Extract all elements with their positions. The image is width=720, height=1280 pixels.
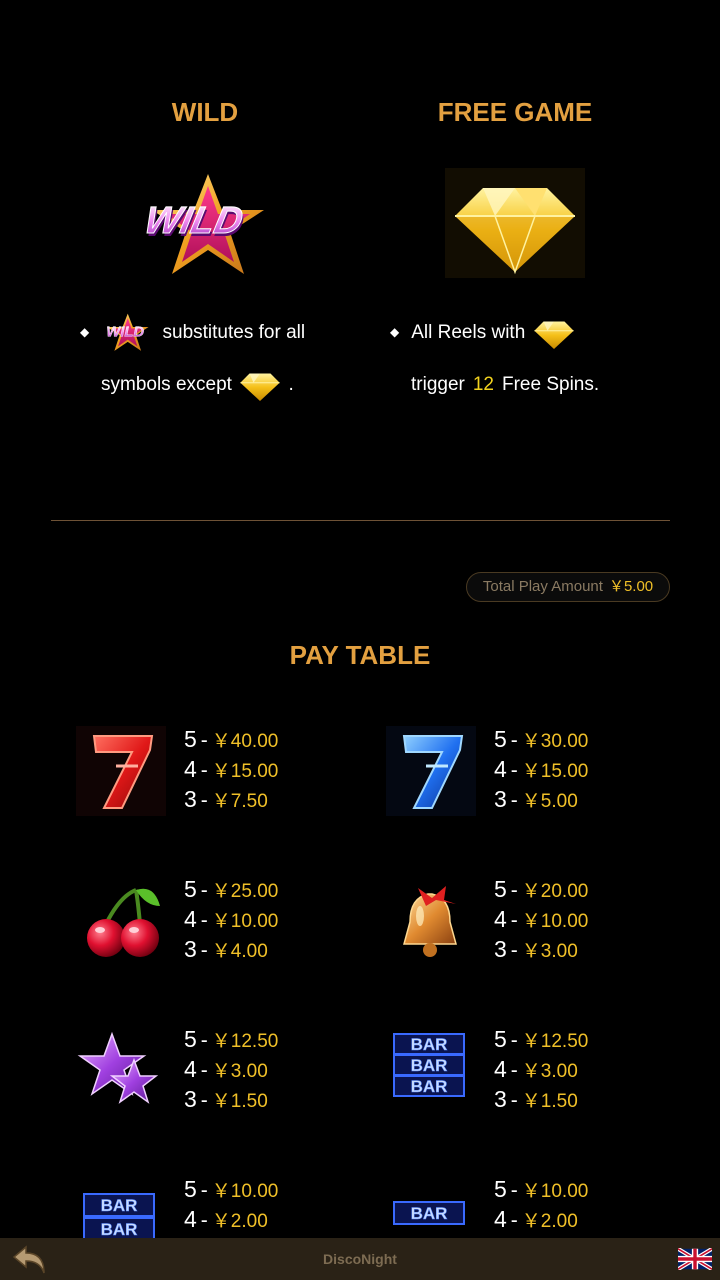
pay-line: 4- ￥3.00 <box>494 1056 578 1082</box>
bullet-icon: ◆ <box>80 325 90 339</box>
pay-line: 3- ￥1.50 <box>184 1086 268 1112</box>
red-seven-icon <box>76 726 166 816</box>
pay-line: 4- ￥2.00 <box>184 1206 268 1232</box>
pay-values: 5- ￥12.50 4- ￥3.00 3- ￥1.50 <box>184 1024 278 1114</box>
pay-line: 3- ￥4.00 <box>184 936 268 962</box>
paytable-cell-cherry: 5- ￥25.00 4- ￥10.00 3- ￥4.00 <box>76 876 376 996</box>
triple-bar-icon: BAR BAR BAR <box>393 1033 465 1097</box>
pay-line: 5- ￥30.00 <box>494 726 589 752</box>
free-desc-trigger: trigger <box>411 374 465 395</box>
pay-values: 5- ￥40.00 4- ￥15.00 3- ￥7.50 <box>184 724 278 814</box>
section-divider <box>51 520 670 521</box>
pay-values: 5- ￥12.50 4- ￥3.00 3- ￥1.50 <box>494 1024 588 1114</box>
svg-text:WILD: WILD <box>141 199 247 242</box>
svg-text:BAR: BAR <box>411 1035 448 1054</box>
pay-values: 5- ￥30.00 4- ￥15.00 3- ￥5.00 <box>494 724 588 814</box>
paytable-cell-purple-stars: 5- ￥12.50 4- ￥3.00 3- ￥1.50 <box>76 1026 376 1146</box>
free-desc-spins: Free Spins. <box>502 374 600 395</box>
pay-line: 5- ￥25.00 <box>184 876 279 902</box>
svg-text:BAR: BAR <box>411 1077 448 1096</box>
free-spins-count: 12 <box>472 374 494 395</box>
gold-diamond-icon <box>445 168 585 278</box>
paytable-cell-triple-bar: BAR BAR BAR 5- ￥12.50 4- ￥3.00 3- ￥1.50 <box>386 1026 686 1146</box>
pay-values: 5- ￥10.00 4- ￥2.00 <box>494 1176 588 1234</box>
wild-mini-icon: WILD <box>106 313 149 351</box>
pay-line: 5- ￥12.50 <box>184 1026 279 1052</box>
wild-title: WILD <box>171 97 239 127</box>
svg-text:BAR: BAR <box>411 1204 448 1223</box>
pay-line: 3- ￥7.50 <box>184 786 268 812</box>
pay-line: 3- ￥3.00 <box>494 936 578 962</box>
svg-text:BAR: BAR <box>411 1056 448 1075</box>
total-play-amount: ￥5.00 <box>608 578 654 595</box>
pay-line: 4- ￥10.00 <box>494 906 589 932</box>
uk-flag-icon[interactable] <box>678 1248 712 1270</box>
svg-text:WILD: WILD <box>106 325 144 341</box>
pay-values: 5- ￥25.00 4- ￥10.00 3- ￥4.00 <box>184 874 278 964</box>
single-bar-icon: BAR <box>393 1201 465 1225</box>
total-play-label: Total Play Amount <box>482 578 603 595</box>
pay-line: 5- ￥10.00 <box>494 1176 589 1202</box>
double-bar-icon: BAR BAR <box>83 1193 155 1238</box>
paytable-cell-bell: 5- ￥20.00 4- ￥10.00 3- ￥3.00 <box>386 876 686 996</box>
pay-line: 4- ￥3.00 <box>184 1056 268 1082</box>
paytable-cell-red-seven: 5- ￥40.00 4- ￥15.00 3- ￥7.50 <box>76 726 376 846</box>
wild-description: ◆ WILD substitutes for all symbols excep… <box>80 306 350 411</box>
wild-desc-period: . <box>288 374 294 395</box>
wild-desc-line2: symbols except <box>101 374 232 395</box>
paytable-cell-blue-seven: 5- ￥30.00 4- ￥15.00 3- ￥5.00 <box>386 726 686 846</box>
pay-line: 4- ￥15.00 <box>184 756 279 782</box>
purple-stars-icon <box>77 1031 159 1104</box>
bell-icon <box>403 886 457 957</box>
pay-line: 5- ￥12.50 <box>494 1026 589 1052</box>
bullet-icon: ◆ <box>390 325 400 339</box>
blue-seven-icon <box>386 726 476 816</box>
pay-line: 5- ￥10.00 <box>184 1176 279 1202</box>
free-game-title: FREE GAME <box>437 97 593 127</box>
svg-text:BAR: BAR <box>101 1196 138 1215</box>
paytable-cell-single-bar: BAR 5- ￥10.00 4- ￥2.00 <box>386 1176 686 1238</box>
pay-values: 5- ￥10.00 4- ￥2.00 <box>184 1176 278 1234</box>
pay-line: 3- ￥5.00 <box>494 786 578 812</box>
pay-table-title: PAY TABLE <box>289 640 431 670</box>
pay-line: 4- ￥2.00 <box>494 1206 578 1232</box>
free-desc-line1: All Reels with <box>411 322 526 343</box>
pay-line: 5- ￥40.00 <box>184 726 279 752</box>
wild-star-icon: WILD WILD <box>140 174 264 274</box>
cherry-icon <box>87 888 160 957</box>
wild-desc-line1: substitutes for all <box>162 322 306 343</box>
bottom-bar: DiscoNight <box>0 1238 720 1280</box>
svg-text:BAR: BAR <box>101 1220 138 1238</box>
pay-line: 4- ￥15.00 <box>494 756 589 782</box>
pay-line: 3- ￥1.50 <box>494 1086 578 1112</box>
diamond-mini-icon <box>240 373 280 402</box>
diamond-mini-icon <box>533 321 574 350</box>
paytable-cell-double-bar: BAR BAR 5- ￥10.00 4- ￥2.00 <box>76 1176 376 1238</box>
pay-values: 5- ￥20.00 4- ￥10.00 3- ￥3.00 <box>494 874 588 964</box>
total-play-badge: Total Play Amount ￥5.00 <box>466 572 670 602</box>
game-name: DiscoNight <box>323 1251 397 1267</box>
pay-line: 5- ￥20.00 <box>494 876 589 902</box>
free-game-description: ◆ All Reels with trigger 12 Free Spins. <box>390 306 660 411</box>
pay-line: 4- ￥10.00 <box>184 906 279 932</box>
